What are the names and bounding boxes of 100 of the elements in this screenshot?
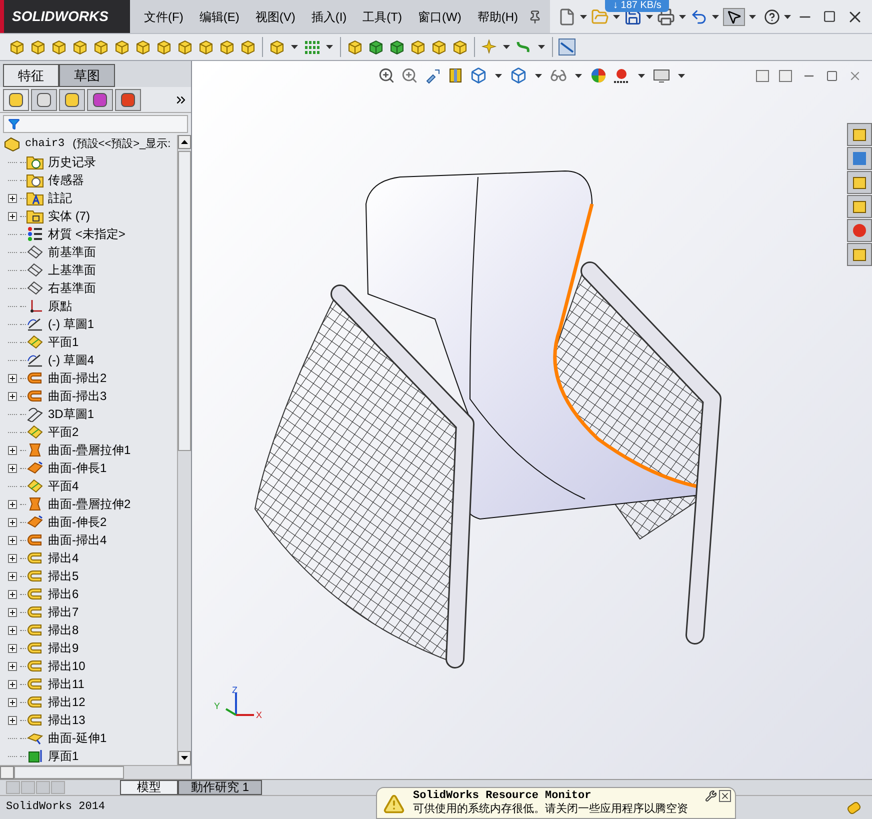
pin-icon[interactable] [528,10,542,24]
tree-item-label[interactable]: 平面2 [48,423,79,441]
expand-icon[interactable] [8,716,17,724]
caret-icon[interactable] [291,45,298,49]
expand-icon[interactable] [8,446,17,454]
cube-icon[interactable] [430,38,448,56]
caret-icon[interactable] [712,14,719,18]
split-view-icon[interactable] [779,70,792,82]
tree-item-label[interactable]: 厚面1 [48,747,79,765]
expand-icon[interactable] [8,698,17,706]
expand-icon[interactable] [8,464,17,472]
tree-item-label[interactable]: 曲面-掃出4 [48,531,107,549]
cube-icon[interactable] [197,38,215,56]
tree-item-label[interactable]: 掃出6 [48,585,79,603]
expand-icon[interactable] [8,518,17,526]
cube-icon[interactable] [346,38,364,56]
expand-icon[interactable] [8,500,17,508]
scroll-down-icon[interactable] [181,756,188,760]
caret-icon[interactable] [638,74,645,78]
caret-icon[interactable] [613,14,620,18]
tree-item-label[interactable]: 3D草圖1 [48,405,94,423]
tree-item-label[interactable]: 曲面-伸長1 [48,459,107,477]
cube-icon[interactable] [409,38,427,56]
caret-icon[interactable] [679,14,686,18]
restore-icon[interactable] [826,70,838,82]
display-style-icon[interactable] [510,67,527,84]
monitor-icon[interactable] [653,67,670,84]
expand-icon[interactable] [8,194,17,202]
menu-item[interactable]: 窗口(W) [412,8,468,26]
cube-icon[interactable] [113,38,131,56]
expand-icon[interactable] [8,644,17,652]
caret-icon[interactable] [784,14,791,18]
scene-icon[interactable] [613,67,630,84]
filter-icon[interactable] [8,118,20,130]
help-icon[interactable] [764,8,780,24]
tree-item-label[interactable]: 原點 [48,297,72,315]
cube-icon[interactable] [134,38,152,56]
new-document-icon[interactable] [558,8,576,26]
expand-icon[interactable] [8,572,17,580]
flashlight-icon[interactable] [424,67,441,84]
caret-icon[interactable] [749,14,756,18]
tree-item-label[interactable]: 历史记录 [48,153,96,171]
expand-icon[interactable] [8,626,17,634]
caret-icon[interactable] [503,45,510,49]
tree-item-label[interactable]: 曲面-掃出3 [48,387,107,405]
cube-icon[interactable] [71,38,89,56]
caret-icon[interactable] [326,45,333,49]
expand-icon[interactable] [8,590,17,598]
menu-item[interactable]: 文件(F) [138,8,190,26]
split-view-icon[interactable] [756,70,769,82]
graphics-area[interactable]: Z X Y [192,61,872,779]
tree-item-label[interactable]: (-) 草圖4 [48,351,94,369]
tree-item-label[interactable]: 前基準面 [48,243,96,261]
tree-item-label[interactable]: (-) 草圖1 [48,315,94,333]
caret-icon[interactable] [575,74,582,78]
tree-item-label[interactable]: 掃出4 [48,549,79,567]
caret-icon[interactable] [580,14,587,18]
printer-icon[interactable] [657,8,675,26]
section-view-icon[interactable] [447,67,464,84]
tree-item-label[interactable]: 曲面-疊層拉伸2 [48,495,131,513]
ruler-icon[interactable] [558,38,576,56]
tree-item-label[interactable]: 平面4 [48,477,79,495]
menu-item[interactable]: 视图(V) [249,8,302,26]
tree-item-label[interactable]: 掃出5 [48,567,79,585]
tree-item-label[interactable]: 右基準面 [48,279,96,297]
vertical-scrollbar[interactable] [177,135,191,765]
glasses-icon[interactable] [550,67,567,84]
cube-icon[interactable] [218,38,236,56]
tree-item-label[interactable]: 上基準面 [48,261,96,279]
menu-item[interactable]: 帮助(H) [471,8,524,26]
caret-icon[interactable] [538,45,545,49]
tree-item-label[interactable]: 曲面-伸長2 [48,513,107,531]
view-tab[interactable]: 動作研究 1 [178,780,262,795]
expand-icon[interactable] [8,374,17,382]
settings-icon[interactable] [705,790,717,802]
menu-item[interactable]: 工具(T) [356,8,408,26]
cube-icon[interactable] [50,38,68,56]
menu-item[interactable]: 编辑(E) [193,8,246,26]
expand-icon[interactable] [8,662,17,670]
solid-cube-icon[interactable] [367,38,385,56]
view-tab[interactable]: 模型 [120,780,178,795]
cube-icon[interactable] [176,38,194,56]
tree-item-label[interactable]: 註記 [48,189,72,207]
filter-field[interactable] [3,115,188,133]
tree-item-label[interactable]: 掃出11 [48,675,84,693]
tree-item-label[interactable]: 曲面-延伸1 [48,729,107,747]
cube-icon[interactable] [451,38,469,56]
horizontal-scrollbar[interactable] [0,765,191,779]
caret-icon[interactable] [495,74,502,78]
feature-tab[interactable]: 特征 [3,64,59,87]
zoom-area-icon[interactable] [401,67,418,84]
expand-icon[interactable] [8,392,17,400]
cube-icon[interactable] [268,38,286,56]
close-icon[interactable] [719,790,731,802]
tree-item-label[interactable]: 掃出8 [48,621,79,639]
tree-item-label[interactable]: 材質 <未指定> [48,225,126,243]
tree-item-label[interactable]: 掃出7 [48,603,79,621]
undo-icon[interactable] [690,8,708,26]
tree-item-label[interactable]: 掃出12 [48,693,86,711]
cube-icon[interactable] [155,38,173,56]
